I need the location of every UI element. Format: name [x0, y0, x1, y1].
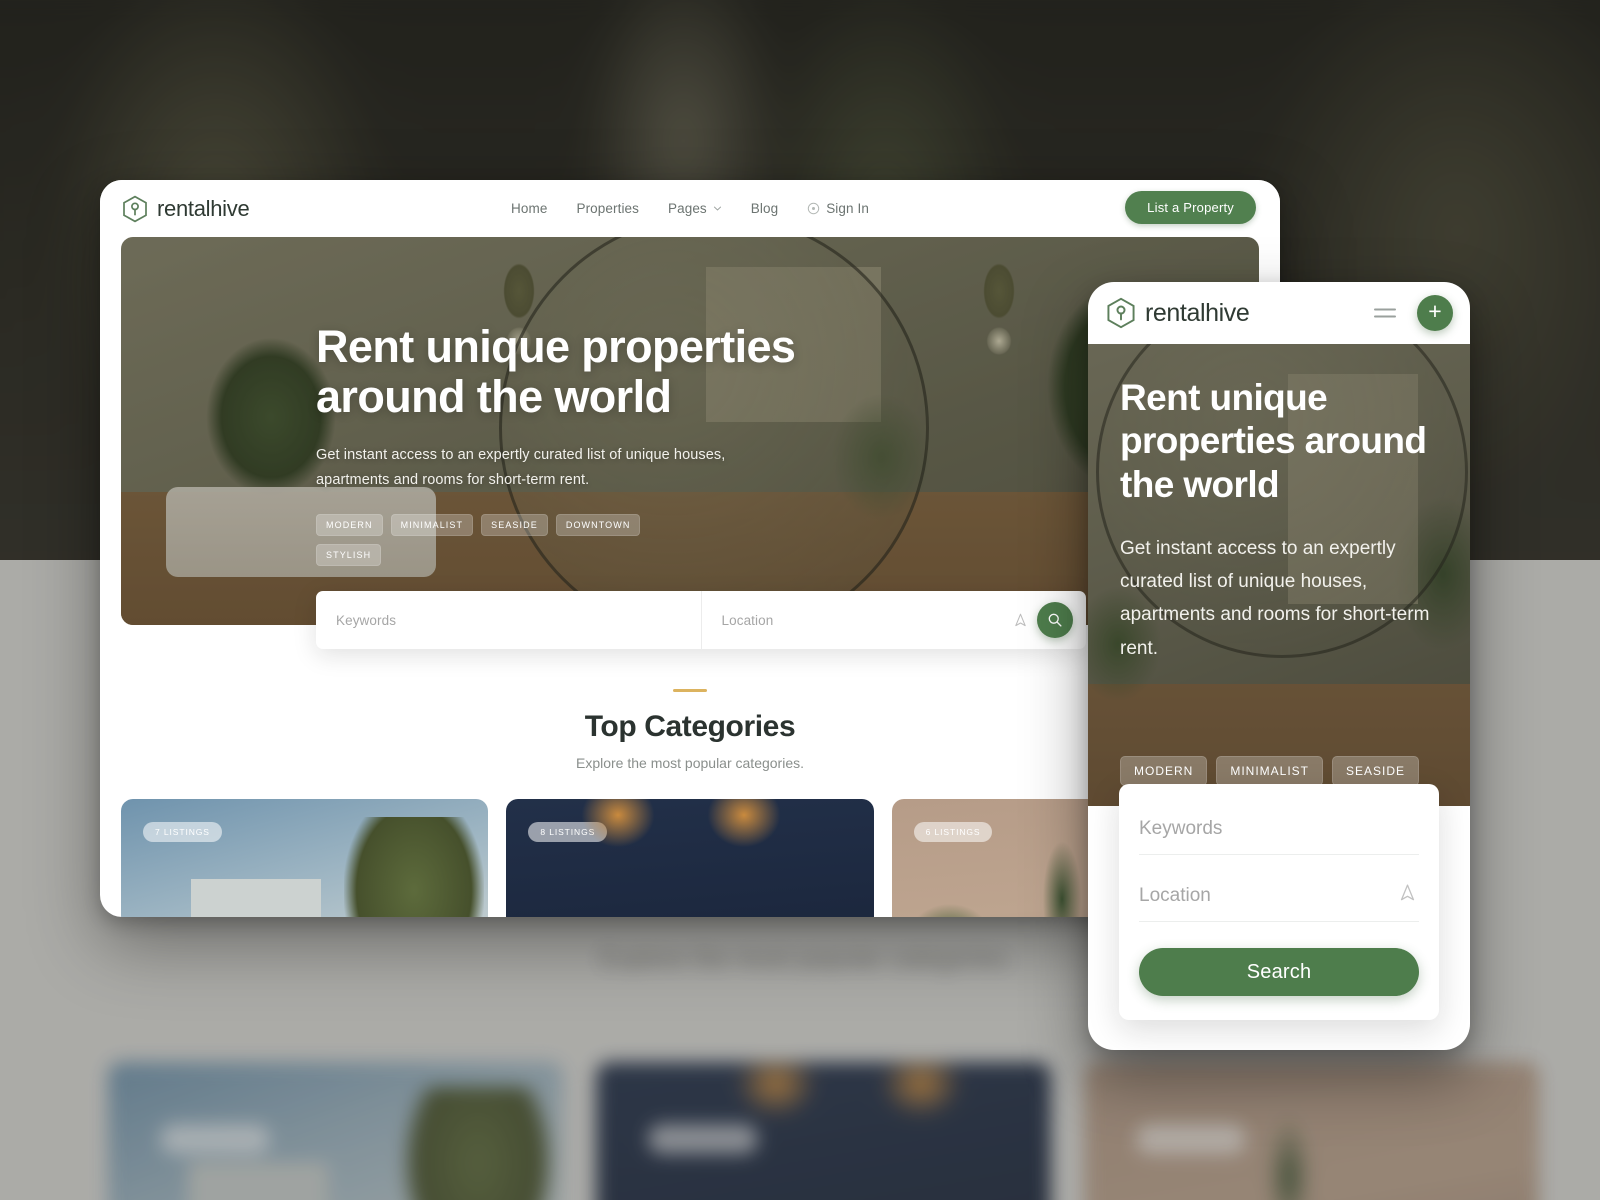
nav-link-blog[interactable]: Blog	[751, 201, 778, 216]
hamburger-bar	[1374, 308, 1396, 311]
hamburger-bar	[1374, 315, 1396, 318]
category-card[interactable]: 8 LISTINGS	[506, 799, 874, 917]
mobile-hero-heading: Rent unique properties around the world	[1120, 377, 1427, 505]
location-placeholder: Location	[721, 612, 774, 628]
hero-content: Rent unique properties around the world …	[316, 321, 1219, 566]
mobile-search-panel: Keywords Location Search	[1119, 784, 1439, 1020]
desktop-nav-links: Home Properties Pages Blog Sign In	[100, 180, 1280, 237]
keywords-input[interactable]: Keywords	[316, 591, 701, 649]
mobile-hero-tag[interactable]: MODERN	[1120, 756, 1208, 786]
nav-link-label: Properties	[576, 201, 639, 216]
mobile-logo-text: rentalhive	[1145, 298, 1250, 327]
location-input[interactable]: Location	[700, 591, 1087, 649]
nav-link-label: Pages	[668, 201, 707, 216]
listing-count-badge: 6 LISTINGS	[913, 822, 993, 842]
mobile-hero-content: Rent unique properties around the world …	[1120, 376, 1446, 665]
chevron-down-icon	[713, 206, 721, 211]
search-submit-button[interactable]	[1037, 602, 1073, 638]
nav-link-label: Home	[511, 201, 548, 216]
hero-heading: Rent unique properties around the world	[316, 321, 796, 423]
desktop-navbar: rentalhive Home Properties Pages Blog Si…	[100, 180, 1280, 237]
hero-tag[interactable]: MINIMALIST	[390, 513, 474, 536]
category-card[interactable]: 7 LISTINGS	[121, 799, 489, 917]
keywords-placeholder: Keywords	[336, 612, 397, 628]
mobile-location-placeholder: Location	[1139, 885, 1211, 906]
nav-link-label: Blog	[750, 201, 779, 216]
desktop-search-bar: Keywords Location	[316, 591, 1086, 649]
mobile-logo[interactable]: rentalhive	[1106, 297, 1250, 329]
mobile-location-input[interactable]: Location	[1139, 877, 1419, 922]
listing-count-badge: 8 LISTINGS	[528, 822, 608, 842]
mobile-keywords-placeholder: Keywords	[1139, 818, 1223, 839]
hexagon-keyhole-icon	[1107, 297, 1135, 329]
section-accent-rule	[673, 689, 707, 692]
search-icon	[1048, 613, 1062, 627]
listing-count-badge: 7 LISTINGS	[143, 822, 222, 842]
nav-link-properties[interactable]: Properties	[576, 201, 639, 216]
nav-link-signin[interactable]: Sign In	[807, 201, 869, 216]
mobile-keywords-input[interactable]: Keywords	[1139, 810, 1419, 855]
list-a-property-button[interactable]: List a Property	[1125, 191, 1256, 224]
nav-link-label: Sign In	[826, 201, 869, 216]
mobile-hero: Rent unique properties around the world …	[1088, 344, 1470, 806]
add-listing-button[interactable]: +	[1417, 295, 1453, 331]
user-circle-icon	[807, 202, 820, 215]
mobile-hero-paragraph: Get instant access to an expertly curate…	[1120, 537, 1430, 659]
hero-tag[interactable]: DOWNTOWN	[555, 513, 641, 536]
mobile-navbar: rentalhive +	[1088, 282, 1470, 344]
nav-link-home[interactable]: Home	[511, 201, 547, 216]
logo[interactable]: rentalhive	[122, 195, 250, 223]
mobile-hero-tag[interactable]: SEASIDE	[1332, 756, 1420, 786]
hexagon-keyhole-icon	[123, 195, 147, 222]
mobile-mockup: rentalhive + Rent unique properties arou…	[1088, 282, 1470, 1050]
navigation-arrow-icon[interactable]	[1013, 613, 1028, 628]
hamburger-menu-icon[interactable]	[1374, 304, 1396, 323]
hero-tag[interactable]: SEASIDE	[481, 513, 548, 536]
logo-text: rentalhive	[157, 195, 250, 221]
hero-tag[interactable]: MODERN	[316, 513, 383, 536]
hero-tag-list: MODERN MINIMALIST SEASIDE DOWNTOWN STYLI…	[316, 513, 656, 566]
navigation-arrow-icon[interactable]	[1398, 883, 1417, 902]
hero-paragraph: Get instant access to an expertly curate…	[316, 446, 726, 489]
nav-link-pages[interactable]: Pages	[668, 201, 722, 216]
hero-tag[interactable]: STYLISH	[316, 543, 382, 566]
mobile-search-button[interactable]: Search	[1139, 948, 1419, 996]
mobile-hero-tag[interactable]: MINIMALIST	[1216, 756, 1324, 786]
